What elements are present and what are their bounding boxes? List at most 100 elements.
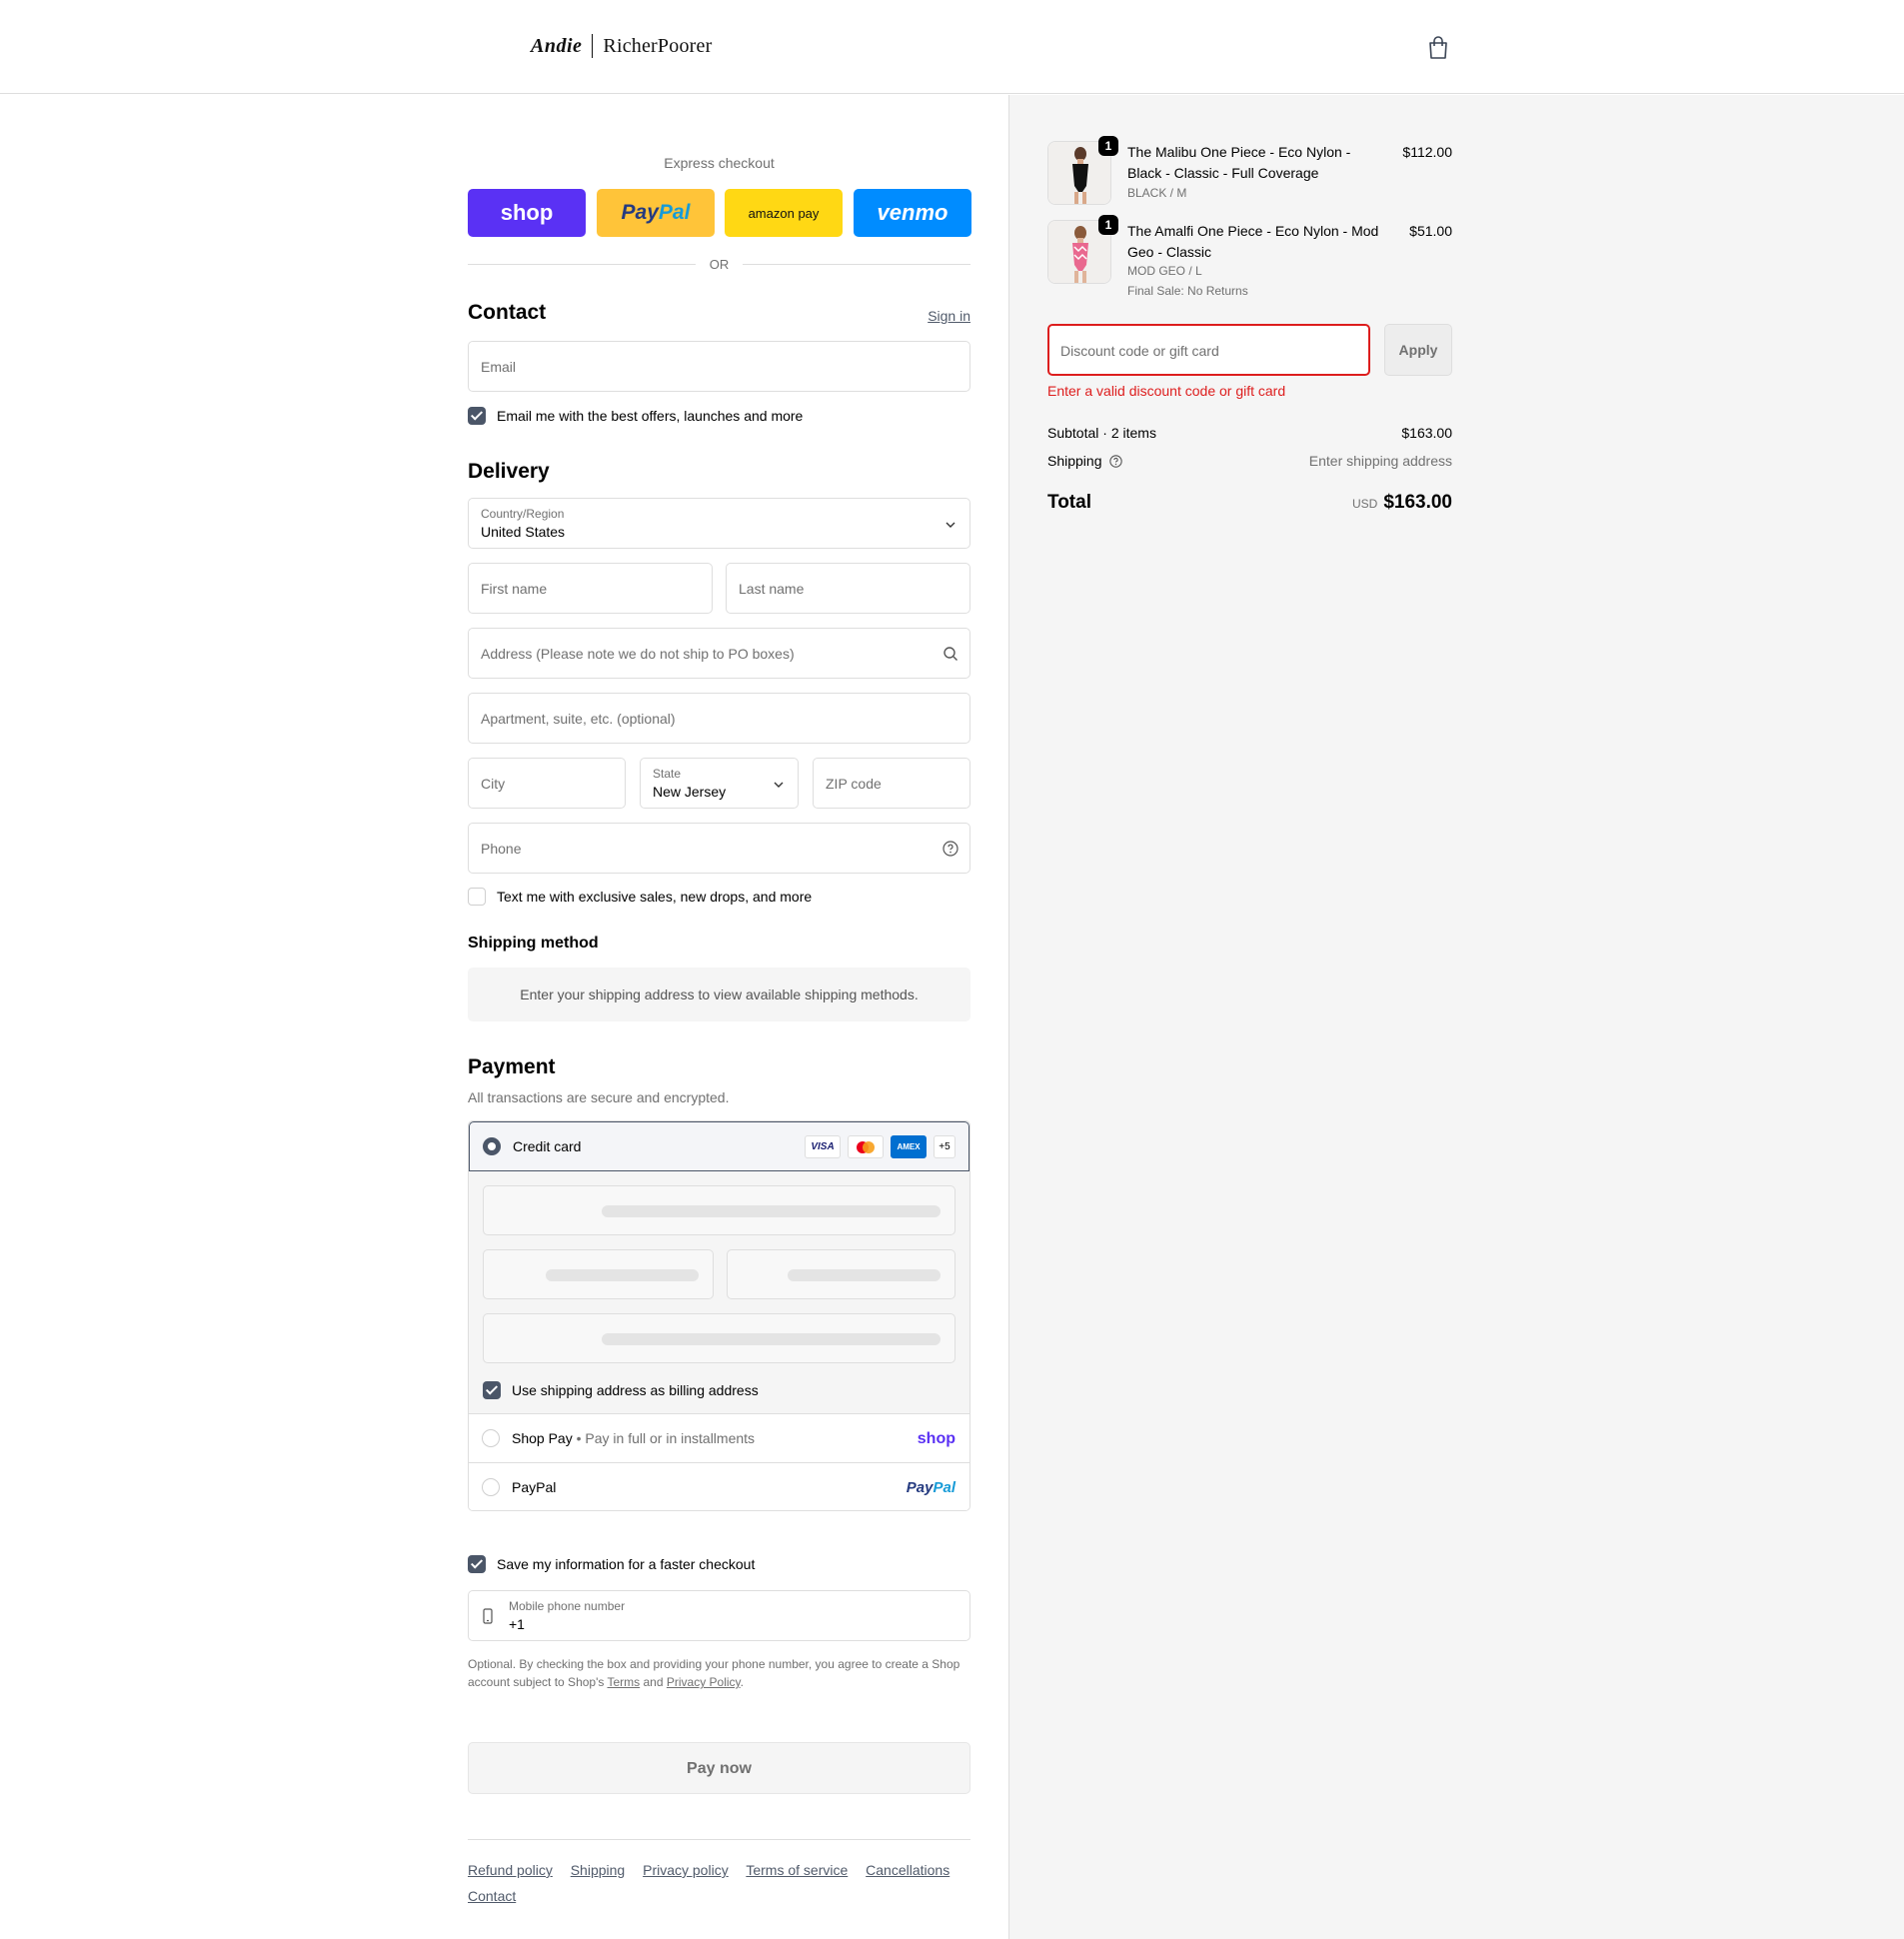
item-price: $51.00 <box>1409 223 1452 239</box>
first-name-field[interactable]: First name <box>468 563 713 614</box>
amex-icon: AMEX <box>891 1135 927 1158</box>
billing-same-label: Use shipping address as billing address <box>512 1382 759 1398</box>
paypal-option[interactable]: PayPal PayPal <box>469 1463 969 1510</box>
amazon-pay-express-button[interactable]: amazon pay <box>725 189 843 237</box>
note-dot: . <box>740 1675 745 1689</box>
amex-text: AMEX <box>897 1142 921 1151</box>
skeleton-bar <box>546 1269 699 1281</box>
shipping-link[interactable]: Shipping <box>571 1862 626 1878</box>
city-field[interactable]: City <box>468 758 626 809</box>
quantity-badge: 1 <box>1098 215 1118 235</box>
save-info-label: Save my information for a faster checkou… <box>497 1556 756 1572</box>
email-placeholder: Email <box>481 359 517 375</box>
shop-pay-desc: Pay in full or in installments <box>585 1430 756 1446</box>
mobile-phone-field[interactable]: Mobile phone number +1 <box>468 1590 970 1641</box>
item-variant: BLACK / M <box>1127 186 1187 200</box>
help-circle-icon[interactable] <box>1109 455 1123 468</box>
last-name-placeholder: Last name <box>739 581 805 597</box>
payment-title: Payment <box>468 1055 556 1078</box>
paypal-express-button[interactable]: Pay Pal <box>597 189 715 237</box>
expiration-field[interactable] <box>483 1249 714 1299</box>
state-select[interactable]: State New Jersey <box>640 758 799 809</box>
paypal-label-b: Pal <box>658 201 691 224</box>
logo-richerpoorer: RicherPoorer <box>603 34 713 57</box>
discount-error: Enter a valid discount code or gift card <box>1047 383 1286 399</box>
email-field[interactable]: Email <box>468 341 970 392</box>
visa-text: VISA <box>811 1141 835 1152</box>
refund-policy-link[interactable]: Refund policy <box>468 1862 553 1878</box>
billing-same-checkbox[interactable] <box>483 1381 501 1399</box>
total-value: $163.00 <box>1383 492 1452 513</box>
privacy-policy-link[interactable]: Privacy policy <box>643 1862 729 1878</box>
apartment-field[interactable]: Apartment, suite, etc. (optional) <box>468 693 970 744</box>
help-circle-icon[interactable] <box>943 841 958 857</box>
zip-field[interactable]: ZIP code <box>813 758 970 809</box>
amazon-pay-label: amazon pay <box>748 205 820 221</box>
more-cards-text: +5 <box>939 1141 951 1152</box>
credit-card-radio[interactable] <box>483 1137 501 1155</box>
more-cards-badge: +5 <box>934 1135 955 1158</box>
delivery-title: Delivery <box>468 460 550 483</box>
item-sale-note: Final Sale: No Returns <box>1127 284 1248 298</box>
name-on-card-field[interactable] <box>483 1313 955 1363</box>
paypal-radio[interactable] <box>482 1478 500 1496</box>
save-info-checkbox[interactable] <box>468 1555 486 1573</box>
apply-discount-button[interactable]: Apply <box>1384 324 1452 376</box>
header: Andie RicherPoorer <box>0 0 1904 94</box>
offers-label: Email me with the best offers, launches … <box>497 408 804 424</box>
search-icon <box>944 647 957 661</box>
chevron-down-icon <box>774 782 784 788</box>
security-code-field[interactable] <box>727 1249 955 1299</box>
terms-of-service-link[interactable]: Terms of service <box>746 1862 848 1878</box>
payment-subtitle: All transactions are secure and encrypte… <box>468 1089 730 1105</box>
text-offers-checkbox[interactable] <box>468 888 486 906</box>
discount-code-field[interactable]: Discount code or gift card <box>1047 324 1370 376</box>
quantity-badge: 1 <box>1098 136 1118 156</box>
shop-pay-radio[interactable] <box>482 1429 500 1447</box>
paypal-label: PayPal <box>512 1479 557 1495</box>
shop-pay-express-button[interactable]: shop <box>468 189 586 237</box>
shop-pay-label: Shop Pay • Pay in full or in installment… <box>512 1430 755 1446</box>
skeleton-bar <box>602 1333 941 1345</box>
subtotal-value: $163.00 <box>1401 425 1452 441</box>
shopping-bag-icon[interactable] <box>1427 36 1449 60</box>
cancellations-link[interactable]: Cancellations <box>866 1862 950 1878</box>
terms-link[interactable]: Terms <box>608 1675 641 1689</box>
shipping-method-title: Shipping method <box>468 935 599 952</box>
store-logo[interactable]: Andie RicherPoorer <box>531 34 712 58</box>
contact-title: Contact <box>468 301 547 324</box>
zip-placeholder: ZIP code <box>826 776 882 792</box>
or-divider: OR <box>468 256 970 272</box>
address-placeholder: Address (Please note we do not ship to P… <box>481 646 795 662</box>
contact-link[interactable]: Contact <box>468 1888 516 1904</box>
footer-links: Refund policy Shipping Privacy policy Te… <box>468 1857 970 1909</box>
item-name: The Amalfi One Piece - Eco Nylon - Mod G… <box>1127 223 1379 260</box>
payment-methods: Credit card VISA AMEX +5 Use shipping ad… <box>468 1120 970 1511</box>
shop-pay-option[interactable]: Shop Pay • Pay in full or in installment… <box>469 1414 969 1463</box>
shipping-method-message: Enter your shipping address to view avai… <box>468 968 970 1021</box>
visa-icon: VISA <box>805 1135 841 1158</box>
shop-account-note: Optional. By checking the box and provid… <box>468 1655 970 1691</box>
credit-card-option[interactable]: Credit card VISA AMEX +5 <box>469 1121 969 1171</box>
footer-divider <box>468 1839 970 1840</box>
country-label: Country/Region <box>481 507 565 521</box>
logo-andie: Andie <box>531 34 583 57</box>
paypal-logo-b: Pal <box>933 1479 955 1496</box>
offers-checkbox[interactable] <box>468 407 486 425</box>
sign-in-link[interactable]: Sign in <box>928 308 970 324</box>
phone-placeholder: Phone <box>481 841 522 857</box>
address-field[interactable]: Address (Please note we do not ship to P… <box>468 628 970 679</box>
state-label: State <box>653 767 682 781</box>
country-select[interactable]: Country/Region United States <box>468 498 970 549</box>
first-name-placeholder: First name <box>481 581 548 597</box>
chevron-down-icon <box>946 522 955 528</box>
venmo-express-button[interactable]: venmo <box>854 189 971 237</box>
last-name-field[interactable]: Last name <box>726 563 970 614</box>
privacy-link[interactable]: Privacy Policy <box>667 1675 741 1689</box>
mastercard-icon <box>848 1135 884 1158</box>
card-number-field[interactable] <box>483 1185 955 1235</box>
phone-field[interactable]: Phone <box>468 823 970 874</box>
pay-now-button[interactable]: Pay now <box>468 1742 970 1794</box>
skeleton-bar <box>788 1269 941 1281</box>
item-price: $112.00 <box>1402 144 1452 160</box>
